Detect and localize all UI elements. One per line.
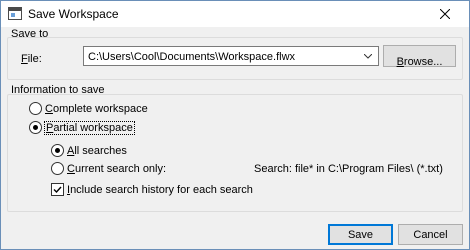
include-search-history-checkbox[interactable]: Include search history for each search xyxy=(51,183,253,196)
app-window-icon xyxy=(8,7,22,20)
save-workspace-dialog: Save Workspace Save to File: C:\Users\Co… xyxy=(0,0,470,250)
information-to-save-label: Information to save xyxy=(11,84,105,96)
cancel-button[interactable]: Cancel xyxy=(398,224,463,245)
partial-workspace-radio-indicator[interactable] xyxy=(29,121,42,134)
current-search-description: Search: file* in C:\Program Files\ (*.tx… xyxy=(254,163,443,175)
include-search-history-checkbox-box[interactable] xyxy=(51,183,64,196)
complete-workspace-radio-indicator[interactable] xyxy=(29,102,42,115)
save-to-label: Save to xyxy=(11,28,49,40)
file-path-value[interactable]: C:\Users\Cool\Documents\Workspace.flwx xyxy=(88,51,295,63)
close-button[interactable] xyxy=(423,1,469,27)
all-searches-radio-indicator[interactable] xyxy=(51,144,64,157)
current-search-only-label: Current search only: xyxy=(67,162,167,175)
browse-button[interactable]: Browse... xyxy=(383,45,456,68)
complete-workspace-radio[interactable]: Complete workspace xyxy=(29,102,148,115)
all-searches-label: All searches xyxy=(67,144,127,157)
title-bar[interactable]: Save Workspace xyxy=(1,1,469,27)
current-search-only-radio-indicator[interactable] xyxy=(51,162,64,175)
all-searches-radio[interactable]: All searches xyxy=(51,144,127,157)
file-path-combobox[interactable]: C:\Users\Cool\Documents\Workspace.flwx xyxy=(83,46,379,66)
include-search-history-label: Include search history for each search xyxy=(67,183,253,196)
chevron-down-icon[interactable] xyxy=(364,54,372,59)
partial-workspace-radio[interactable]: Partial workspace xyxy=(29,120,135,135)
window-title: Save Workspace xyxy=(28,7,119,21)
close-icon xyxy=(440,9,450,19)
current-search-only-radio[interactable]: Current search only: xyxy=(51,162,166,175)
file-label: File: xyxy=(21,53,42,65)
partial-workspace-label: Partial workspace xyxy=(44,120,135,135)
save-button[interactable]: Save xyxy=(328,224,393,245)
complete-workspace-label: Complete workspace xyxy=(45,102,148,115)
checkmark-icon xyxy=(53,186,62,194)
